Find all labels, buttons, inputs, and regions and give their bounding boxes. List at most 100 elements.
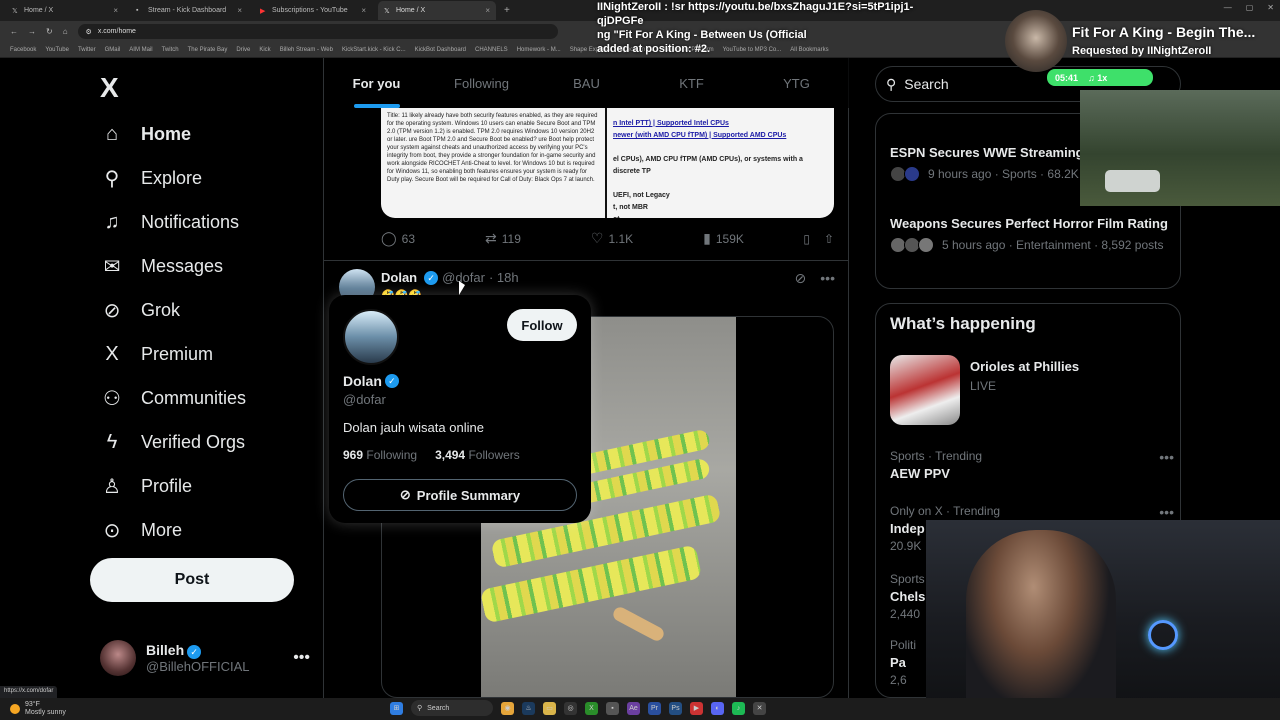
- profile-hover-card: Follow Dolan ✓ @dofar Dolan jauh wisata o…: [329, 295, 591, 523]
- following-link[interactable]: 969 Following: [343, 448, 417, 462]
- bookmark-item[interactable]: KickBot Dashboard: [415, 47, 466, 53]
- sidebar-item-communities[interactable]: ⚇ Communities: [100, 378, 246, 418]
- steam-icon[interactable]: ♨: [522, 701, 535, 715]
- tweet-time[interactable]: · 18h: [489, 270, 519, 285]
- sidebar-item-verified-orgs[interactable]: ϟ Verified Orgs: [100, 422, 245, 462]
- more-horizontal-icon[interactable]: •••: [1159, 449, 1174, 465]
- bookmark-item[interactable]: GMail: [105, 47, 121, 53]
- people-icon: ⚇: [103, 387, 121, 410]
- follow-button[interactable]: Follow: [507, 309, 577, 341]
- account-switcher[interactable]: Billeh ✓ @BillehOFFICIAL •••: [100, 638, 310, 678]
- bookmark-item[interactable]: Drive: [236, 47, 250, 53]
- tab-ytg[interactable]: YTG: [744, 58, 849, 108]
- trend-item[interactable]: Sports · Trending AEW PPV •••: [890, 449, 1174, 484]
- app-icon[interactable]: ▶: [690, 701, 703, 715]
- event-image[interactable]: [890, 355, 960, 425]
- reload-icon[interactable]: ↻: [46, 27, 53, 36]
- sidebar-item-label: Home: [141, 123, 192, 144]
- home-browser-icon[interactable]: ⌂: [63, 27, 68, 36]
- bookmark-item[interactable]: YouTube: [45, 47, 69, 53]
- url-field[interactable]: ⚙ x.com/home: [77, 24, 558, 39]
- repost-button[interactable]: ⇄ 119: [485, 230, 521, 247]
- sidebar-item-more[interactable]: ⊙ More: [100, 510, 182, 550]
- spotify-icon[interactable]: ♪: [732, 701, 745, 715]
- app-icon[interactable]: ▪: [606, 701, 619, 715]
- grok-icon[interactable]: ⊘: [795, 270, 807, 287]
- profile-summary-button[interactable]: ⊘ Profile Summary: [343, 479, 577, 511]
- weather-widget[interactable]: 93°F Mostly sunny: [10, 701, 66, 717]
- bookmark-item[interactable]: Kick: [259, 47, 270, 53]
- tweet-author-name[interactable]: Dolan: [381, 270, 417, 285]
- profile-name[interactable]: Dolan ✓: [343, 373, 399, 389]
- new-tab-icon[interactable]: +: [504, 5, 510, 16]
- doc-line: [613, 178, 830, 190]
- close-icon[interactable]: ×: [485, 6, 490, 15]
- browser-tab[interactable]: 𝕏 Home / X ×: [6, 1, 124, 20]
- share-icon[interactable]: ⇧: [824, 232, 834, 246]
- taskbar-search[interactable]: ⚲ Search: [411, 700, 493, 716]
- bookmark-item[interactable]: Facebook: [10, 47, 36, 53]
- news-item[interactable]: Weapons Secures Perfect Horror Film Rati…: [890, 215, 1174, 253]
- sidebar-item-messages[interactable]: ✉ Messages: [100, 246, 223, 286]
- close-icon[interactable]: ×: [361, 6, 366, 15]
- browser-tab[interactable]: ▶ Subscriptions - YouTube ×: [254, 1, 372, 20]
- profile-handle[interactable]: @dofar: [343, 392, 386, 407]
- forward-icon[interactable]: →: [28, 27, 36, 36]
- bookmark-item[interactable]: Homework - M...: [517, 47, 561, 53]
- sidebar-item-home[interactable]: ⌂ Home: [100, 114, 191, 154]
- tab-following[interactable]: Following: [429, 58, 534, 108]
- close-icon[interactable]: ×: [113, 6, 118, 15]
- sidebar-item-premium[interactable]: X Premium: [100, 334, 213, 374]
- app-icon[interactable]: Pr: [648, 701, 661, 715]
- browser-tab-active[interactable]: 𝕏 Home / X ×: [378, 1, 496, 20]
- discord-icon[interactable]: ◐: [711, 701, 724, 715]
- app-icon[interactable]: ✕: [753, 701, 766, 715]
- tab-ktf[interactable]: KTF: [639, 58, 744, 108]
- more-horizontal-icon[interactable]: •••: [820, 270, 835, 287]
- avatar[interactable]: [343, 309, 399, 365]
- bookmark-item[interactable]: Billeh Stream - Web: [280, 47, 333, 53]
- site-info-icon[interactable]: ⚙: [86, 28, 92, 36]
- bookmark-item[interactable]: KickStart.kick - Kick C...: [342, 47, 406, 53]
- browser-tab[interactable]: ▪ Stream - Kick Dashboard ×: [130, 1, 248, 20]
- bookmark-item[interactable]: Twitter: [78, 47, 96, 53]
- views-button[interactable]: ▮ 159K: [703, 230, 744, 247]
- more-horizontal-icon[interactable]: •••: [293, 649, 310, 667]
- song-title: Fit For A King - Begin The...: [1072, 24, 1256, 40]
- close-icon[interactable]: ×: [237, 6, 242, 15]
- bookmark-item[interactable]: AIM Mail: [129, 47, 152, 53]
- xbox-icon[interactable]: X: [585, 701, 598, 715]
- back-icon[interactable]: ←: [10, 27, 18, 36]
- app-icon[interactable]: Ae: [627, 701, 640, 715]
- reply-button[interactable]: ◯ 63: [381, 230, 415, 247]
- bookmark-icon[interactable]: ▯: [803, 232, 810, 246]
- tweet-image[interactable]: Title: 11 likely already have both secur…: [381, 108, 834, 218]
- app-icon[interactable]: Ps: [669, 701, 682, 715]
- chat-line: added at position: #2.: [597, 43, 711, 55]
- more-horizontal-icon[interactable]: •••: [1159, 504, 1174, 520]
- tab-bau[interactable]: BAU: [534, 58, 639, 108]
- bookmark-item[interactable]: The Pirate Bay: [188, 47, 228, 53]
- chrome-icon[interactable]: ◉: [501, 701, 514, 715]
- post-button[interactable]: Post: [90, 558, 294, 602]
- bookmark-item[interactable]: CHANNELS: [475, 47, 508, 53]
- x-logo-icon[interactable]: X: [100, 72, 119, 104]
- explorer-icon[interactable]: ▭: [543, 701, 556, 715]
- section-title: What’s happening: [890, 314, 1036, 333]
- tweet-header: Dolan ✓ @dofar · 18h: [381, 270, 519, 285]
- bookmark-item[interactable]: Twitch: [162, 47, 179, 53]
- sidebar-item-notifications[interactable]: ♫ Notifications: [100, 202, 240, 242]
- event-status: LIVE: [970, 379, 997, 393]
- tab-for-you[interactable]: For you: [324, 58, 429, 108]
- event-title[interactable]: Orioles at Phillies: [970, 359, 1079, 374]
- obs-icon[interactable]: ◎: [564, 701, 577, 715]
- windows-start-icon[interactable]: ⊞: [390, 701, 403, 715]
- trend-name: AEW PPV: [890, 466, 950, 481]
- followers-link[interactable]: 3,494 Followers: [435, 448, 520, 462]
- sidebar-item-explore[interactable]: ⚲ Explore: [100, 158, 202, 198]
- like-button[interactable]: ♡ 1.1K: [591, 230, 633, 247]
- sidebar-item-profile[interactable]: ♙ Profile: [100, 466, 192, 506]
- sidebar-item-label: Messages: [141, 255, 224, 276]
- sidebar-item-grok[interactable]: ⊘ Grok: [100, 290, 180, 330]
- sidebar-item-label: Premium: [141, 343, 214, 364]
